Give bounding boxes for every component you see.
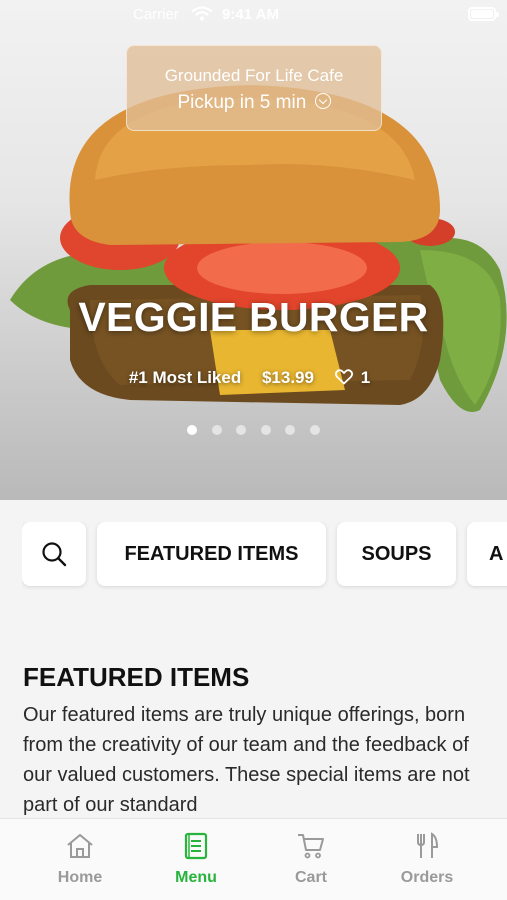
carousel-dots[interactable] [0, 422, 507, 440]
hero-item-name: VEGGIE BURGER [78, 294, 429, 340]
tab-home-label: Home [57, 869, 103, 886]
section-description: Our featured items are truly unique offe… [23, 704, 470, 816]
wifi-icon [192, 6, 212, 21]
hero-item-tag: #1 Most Liked [128, 368, 242, 387]
carrier-label: Carrier [133, 6, 179, 23]
menu-icon [184, 832, 208, 860]
hero-like[interactable]: 1 [334, 368, 378, 387]
tab-bar: Home Menu Cart Orders [0, 818, 507, 900]
hero-item-price: $13.99 [261, 368, 314, 387]
home-icon [67, 834, 93, 858]
chevron-down-circle-icon [314, 93, 331, 109]
status-bar: Carrier 9:41 AM [0, 0, 507, 30]
tab-cart-label: Cart [294, 869, 327, 886]
category-chip-featured-items[interactable]: FEATURED ITEMS [97, 522, 326, 586]
hero-item-meta: #1 Most Liked $13.99 1 [0, 368, 507, 388]
tab-orders[interactable]: Orders [377, 831, 477, 887]
hero-banner[interactable]: Carrier 9:41 AM Grounded For Life Cafe P… [0, 0, 507, 500]
tab-menu[interactable]: Menu [146, 831, 246, 887]
category-chip-next[interactable]: A [467, 522, 507, 586]
pickup-selector[interactable]: Grounded For Life Cafe Pickup in 5 min [126, 45, 382, 131]
search-button[interactable] [22, 522, 86, 586]
tab-menu-label: Menu [175, 869, 217, 886]
section-title: FEATURED ITEMS [23, 662, 250, 692]
carousel-dot[interactable] [285, 425, 296, 435]
battery-icon [468, 7, 499, 21]
tab-cart[interactable]: Cart [261, 831, 361, 887]
heart-icon [334, 369, 353, 385]
carousel-dot[interactable] [309, 425, 320, 435]
pickup-time-row: Pickup in 5 min [127, 92, 381, 114]
orders-icon [417, 832, 439, 858]
search-icon [42, 542, 67, 567]
pickup-time-label: Pickup in 5 min [177, 92, 307, 113]
carousel-dot[interactable] [211, 425, 222, 435]
category-chip-soups[interactable]: SOUPS [337, 522, 456, 586]
status-time: 9:41 AM [222, 6, 279, 23]
tab-orders-label: Orders [400, 869, 454, 886]
cart-icon [298, 834, 324, 859]
category-chips: FEATURED ITEMS SOUPS A [22, 522, 507, 590]
hero-like-count: 1 [360, 368, 371, 387]
tab-home[interactable]: Home [30, 831, 130, 887]
cafe-name: Grounded For Life Cafe [164, 66, 344, 85]
carousel-dot[interactable] [260, 425, 271, 435]
carousel-dot[interactable] [236, 425, 247, 435]
carousel-dot[interactable] [187, 425, 198, 435]
